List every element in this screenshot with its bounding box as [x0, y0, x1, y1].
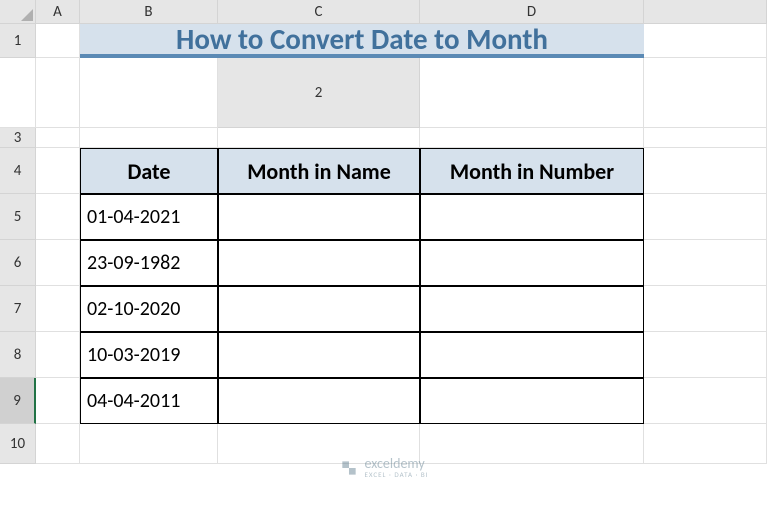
row-header-10[interactable]: 10 — [0, 424, 36, 464]
cell-c10[interactable] — [218, 424, 420, 464]
header-month-number[interactable]: Month in Number — [420, 148, 644, 194]
cell-a5[interactable] — [36, 194, 80, 240]
cell-e6[interactable] — [644, 240, 767, 286]
cell-d1[interactable] — [36, 58, 80, 128]
col-header-a[interactable]: A — [36, 0, 80, 24]
row-header-1[interactable]: 1 — [0, 24, 36, 58]
cell-d8-month-number[interactable] — [420, 332, 644, 378]
select-all-corner[interactable] — [0, 0, 36, 24]
cell-b6-date[interactable]: 23-09-1982 — [80, 240, 218, 286]
cell-c9-month-name[interactable] — [218, 378, 420, 424]
cell-b5-date[interactable]: 01-04-2021 — [80, 194, 218, 240]
title-cell[interactable]: How to Convert Date to Month — [80, 24, 644, 58]
cell-e3[interactable] — [644, 128, 767, 148]
cell-d7-month-number[interactable] — [420, 286, 644, 332]
header-date[interactable]: Date — [80, 148, 218, 194]
cell-e1[interactable] — [80, 58, 218, 128]
row-header-4[interactable]: 4 — [0, 148, 36, 194]
cell-a2[interactable] — [420, 58, 644, 128]
cell-a3[interactable] — [36, 128, 80, 148]
cell-c3[interactable] — [218, 128, 420, 148]
cell-a10[interactable] — [36, 424, 80, 464]
cell-c1[interactable] — [0, 58, 36, 128]
cell-e5[interactable] — [644, 194, 767, 240]
cell-b8-date[interactable]: 10-03-2019 — [80, 332, 218, 378]
cell-e4[interactable] — [644, 148, 767, 194]
cell-b10[interactable] — [80, 424, 218, 464]
row-header-7[interactable]: 7 — [0, 286, 36, 332]
cell-b9-date[interactable]: 04-04-2011 — [80, 378, 218, 424]
row-header-8[interactable]: 8 — [0, 332, 36, 378]
cell-a9[interactable] — [36, 378, 80, 424]
row-header-9[interactable]: 9 — [0, 378, 36, 424]
cell-c5-month-name[interactable] — [218, 194, 420, 240]
cell-d5-month-number[interactable] — [420, 194, 644, 240]
cell-d9-month-number[interactable] — [420, 378, 644, 424]
row-header-3[interactable]: 3 — [0, 128, 36, 148]
cell-e10[interactable] — [644, 424, 767, 464]
cell-d10[interactable] — [420, 424, 644, 464]
cell-c8-month-name[interactable] — [218, 332, 420, 378]
row-header-2[interactable]: 2 — [218, 58, 420, 128]
cell-d6-month-number[interactable] — [420, 240, 644, 286]
cell-e2[interactable] — [644, 58, 767, 128]
cell-a6[interactable] — [36, 240, 80, 286]
cell-a7[interactable] — [36, 286, 80, 332]
cell-b7-date[interactable]: 02-10-2020 — [80, 286, 218, 332]
cell-e8[interactable] — [644, 332, 767, 378]
cell-e9[interactable] — [644, 378, 767, 424]
cell-a4[interactable] — [36, 148, 80, 194]
cell-a8[interactable] — [36, 332, 80, 378]
cell-b3[interactable] — [80, 128, 218, 148]
cell-c7-month-name[interactable] — [218, 286, 420, 332]
cell-e7[interactable] — [644, 286, 767, 332]
cell-a1[interactable] — [36, 24, 80, 58]
cell-b1[interactable] — [644, 24, 767, 58]
col-header-blank[interactable] — [644, 0, 767, 24]
row-header-5[interactable]: 5 — [0, 194, 36, 240]
cell-d3[interactable] — [420, 128, 644, 148]
header-month-name[interactable]: Month in Name — [218, 148, 420, 194]
row-header-6[interactable]: 6 — [0, 240, 36, 286]
spreadsheet-grid: A B C D 1 2 How to Convert Date to Month… — [0, 0, 767, 526]
cell-c6-month-name[interactable] — [218, 240, 420, 286]
